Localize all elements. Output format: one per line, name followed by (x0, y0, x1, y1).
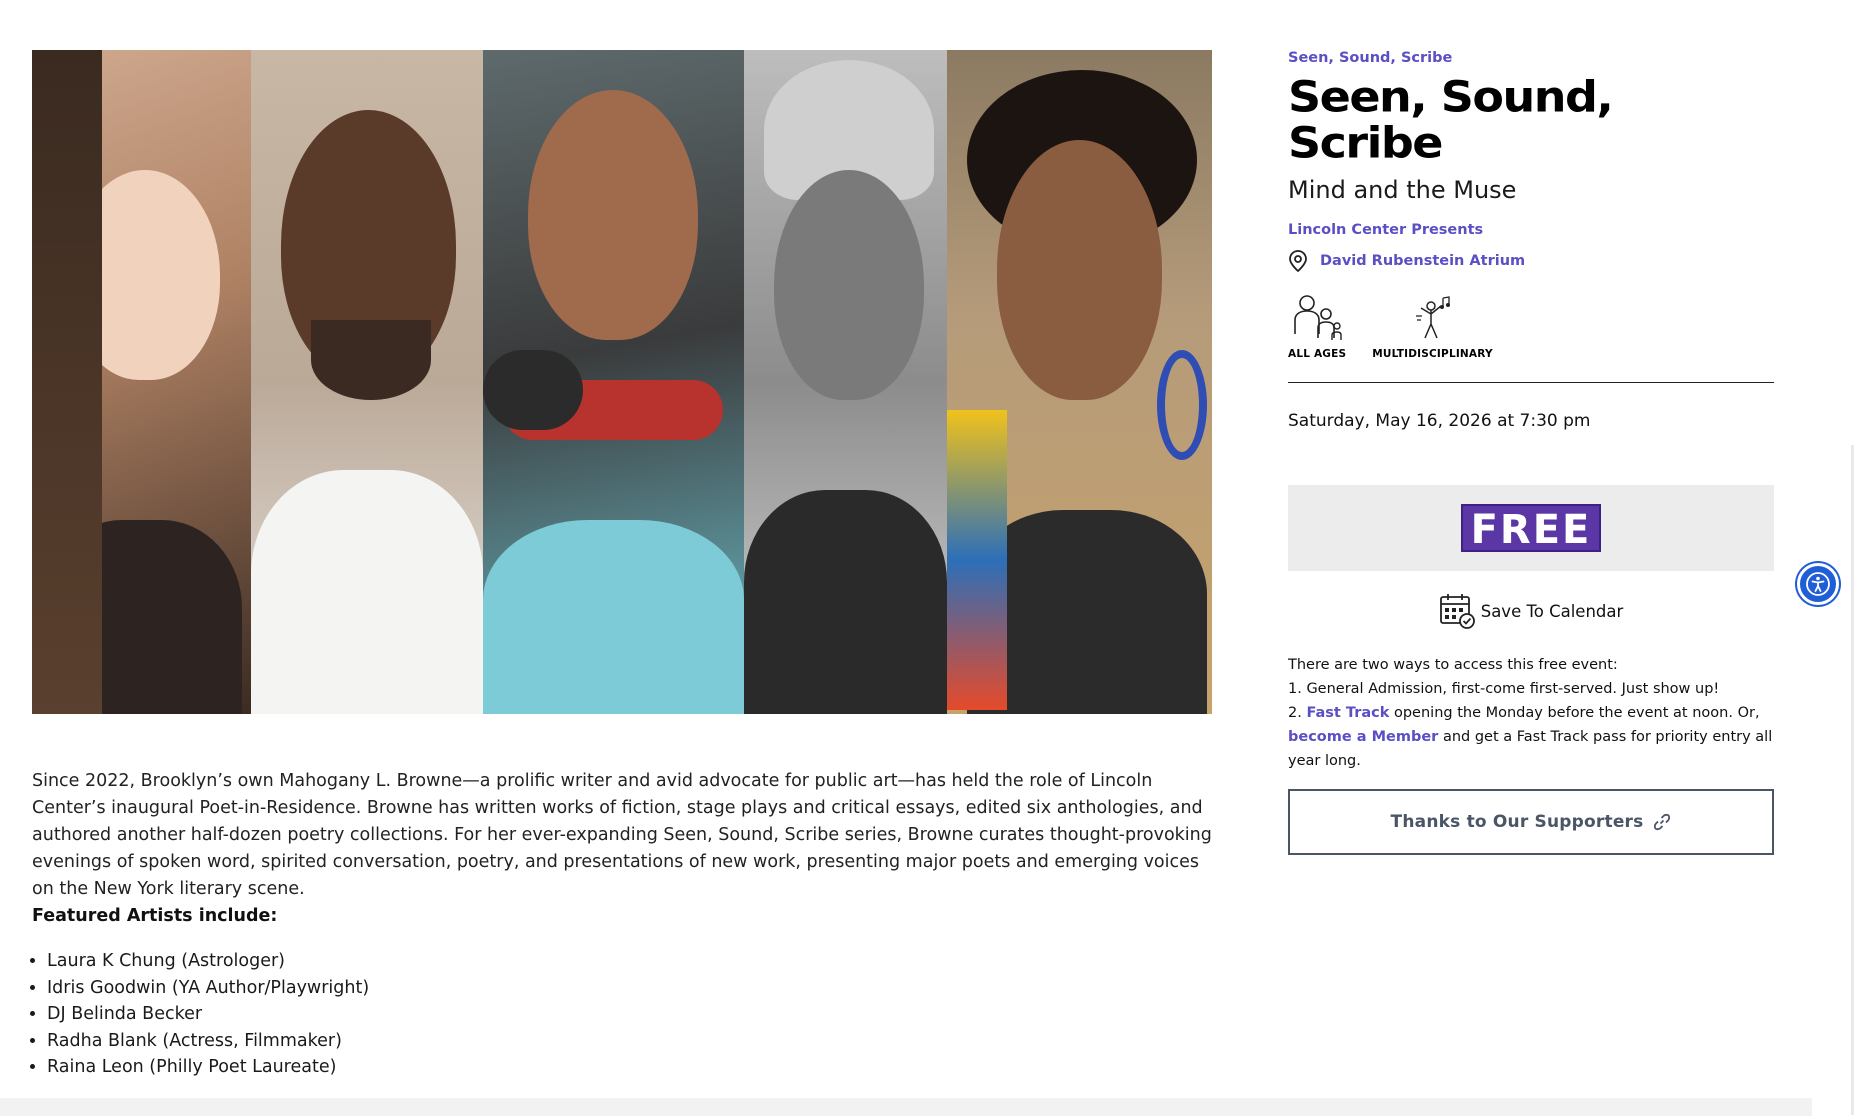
featured-artists-heading: Featured Artists include: (32, 906, 278, 926)
list-item: Radha Blank (Actress, Filmmaker) (47, 1028, 369, 1055)
price-box: FREE (1288, 485, 1774, 571)
list-item: Laura K Chung (Astrologer) (47, 948, 369, 975)
access-line-2-prefix: 2. (1288, 705, 1307, 721)
access-line-2: 2. Fast Track opening the Monday before … (1288, 701, 1774, 725)
hero-image (32, 50, 1212, 714)
venue-link[interactable]: David Rubenstein Atrium (1320, 253, 1525, 269)
tag-multidisciplinary: MULTIDISCIPLINARY (1372, 294, 1493, 360)
save-to-calendar-button[interactable]: Save To Calendar (1288, 593, 1774, 629)
tag-all-ages: ALL AGES (1288, 294, 1346, 360)
accessibility-icon (1806, 572, 1830, 596)
supporters-label: Thanks to Our Supporters (1390, 812, 1644, 832)
footer-band (0, 1098, 1812, 1116)
portrait-idris-goodwin (251, 50, 483, 714)
event-datetime: Saturday, May 16, 2026 at 7:30 pm (1288, 411, 1591, 431)
become-member-link[interactable]: become a Member (1288, 729, 1438, 745)
list-item: DJ Belinda Becker (47, 1001, 369, 1028)
multidisciplinary-icon (1415, 296, 1450, 339)
access-line-3: become a Member and get a Fast Track pas… (1288, 725, 1774, 773)
event-subtitle: Mind and the Muse (1288, 176, 1517, 204)
tag-label: MULTIDISCIPLINARY (1372, 348, 1493, 360)
venue-row: David Rubenstein Atrium (1288, 250, 1774, 272)
event-tags: ALL AGES MULTIDISCIPLINARY (1288, 294, 1774, 360)
calendar-icon (1439, 594, 1475, 629)
save-to-calendar-label: Save To Calendar (1480, 601, 1624, 621)
divider (1288, 382, 1774, 383)
fast-track-link[interactable]: Fast Track (1306, 705, 1389, 721)
list-item: Idris Goodwin (YA Author/Playwright) (47, 975, 369, 1002)
price-badge: FREE (1460, 504, 1602, 553)
tag-label: ALL AGES (1288, 348, 1347, 360)
link-icon (1654, 813, 1671, 831)
portrait-dj-belinda-becker (483, 50, 744, 714)
page-title: Seen, Sound, Scribe (1288, 72, 1614, 168)
all-ages-icon (1294, 295, 1342, 340)
thanks-supporters-button[interactable]: Thanks to Our Supporters (1288, 789, 1774, 855)
access-info: There are two ways to access this free e… (1288, 653, 1774, 773)
accessibility-button[interactable] (1797, 563, 1839, 605)
portrait-laura-k-chung (32, 50, 251, 714)
portrait-raina-leon (947, 50, 1212, 714)
event-sidebar: Seen, Sound, Scribe Seen, Sound, Scribe … (1288, 50, 1774, 855)
list-item: Raina Leon (Philly Poet Laureate) (47, 1054, 369, 1081)
portrait-radha-blank (744, 50, 947, 714)
access-line-1: 1. General Admission, first-come first-s… (1288, 681, 1720, 697)
series-link[interactable]: Seen, Sound, Scribe (1288, 50, 1774, 66)
featured-artists-list: Laura K Chung (Astrologer) Idris Goodwin… (47, 948, 369, 1081)
location-pin-icon (1289, 250, 1307, 272)
event-description: Since 2022, Brooklyn’s own Mahogany L. B… (32, 771, 1212, 899)
access-line-2-suffix: opening the Monday before the event at n… (1389, 705, 1760, 721)
access-intro: There are two ways to access this free e… (1288, 657, 1618, 673)
presenter-link[interactable]: Lincoln Center Presents (1288, 222, 1774, 238)
